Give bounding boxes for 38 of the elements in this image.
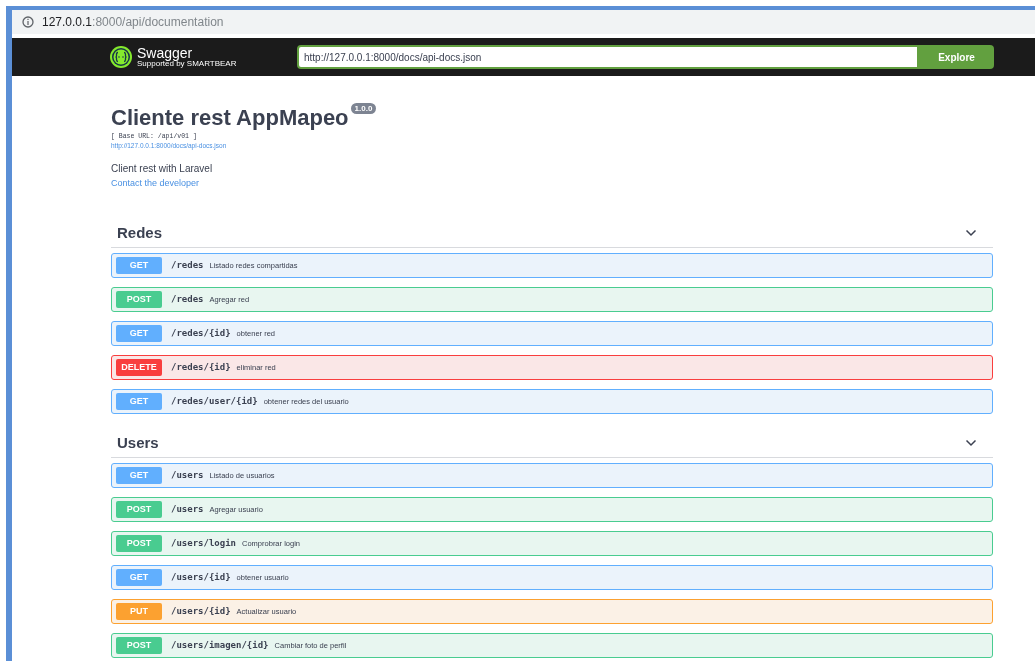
method-badge: GET	[116, 569, 162, 586]
method-badge: POST	[116, 637, 162, 654]
method-badge: GET	[116, 257, 162, 274]
operation-path: /users/login	[171, 536, 237, 550]
version-badge: 1.0.0	[350, 103, 377, 114]
method-badge: POST	[116, 501, 162, 518]
operation-path: /redes/user/{id}	[171, 394, 258, 408]
operation-path: /redes/{id}	[171, 326, 231, 340]
info-icon[interactable]	[22, 16, 34, 28]
method-badge: POST	[116, 291, 162, 308]
method-badge: GET	[116, 467, 162, 484]
operation-path: /redes/{id}	[171, 360, 231, 374]
method-badge: GET	[116, 393, 162, 410]
section-title: Redes	[117, 222, 163, 243]
operation-path: /users/{id}	[171, 570, 231, 584]
method-badge: PUT	[116, 603, 162, 620]
section-header[interactable]: Redes	[111, 219, 993, 248]
section-header[interactable]: Users	[111, 429, 993, 458]
operation-path: /users/imagen/{id}	[171, 638, 269, 652]
spec-url-field[interactable]: http://127.0.0.1:8000/docs/api-docs.json	[297, 45, 919, 69]
logo-text: Swagger	[137, 46, 194, 60]
address-bar-url[interactable]: 127.0.0.1:8000/api/documentation	[42, 13, 224, 31]
logo-subtext: Supported by SMARTBEAR	[137, 60, 237, 68]
operation-path: /users	[171, 468, 204, 482]
contact-link[interactable]: Contact the developer	[111, 177, 200, 189]
operation-path: /users/{id}	[171, 604, 231, 618]
operation-path: /users	[171, 502, 204, 516]
section-title: Users	[117, 432, 159, 453]
method-badge: POST	[116, 535, 162, 552]
chevron-icon[interactable]	[965, 437, 977, 449]
chevron-icon[interactable]	[965, 227, 977, 239]
operation-path: /redes	[171, 258, 204, 272]
api-description: Client rest with Laravel	[111, 162, 213, 176]
api-title: Cliente rest AppMapeo	[111, 104, 349, 132]
method-badge: GET	[116, 325, 162, 342]
method-badge: DELETE	[116, 359, 162, 376]
swagger-logo-icon	[110, 46, 132, 68]
operation-path: /redes	[171, 292, 204, 306]
